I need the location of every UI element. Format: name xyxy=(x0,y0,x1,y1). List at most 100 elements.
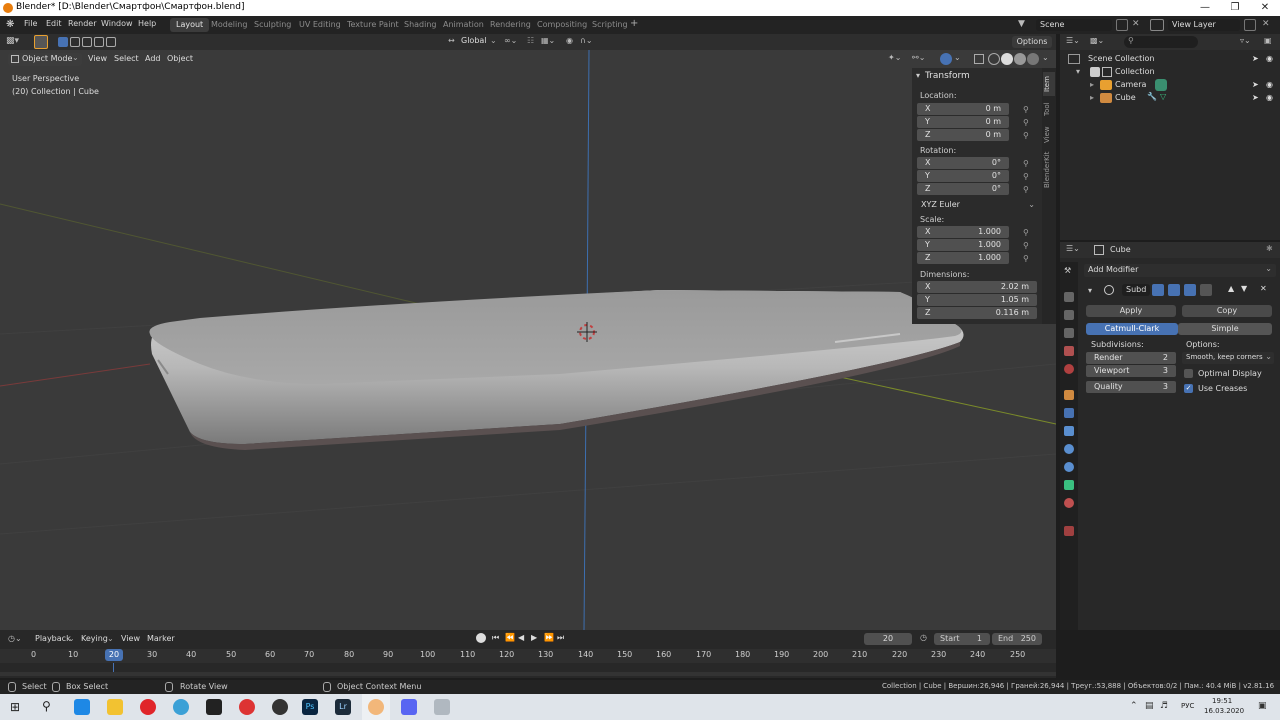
network-icon[interactable]: ▤ xyxy=(1145,701,1154,711)
lock-icon[interactable]: ⚲ xyxy=(1023,105,1033,114)
delete-view-layer-icon[interactable]: ✕ xyxy=(1262,19,1270,29)
render-tab-icon[interactable] xyxy=(1064,292,1074,302)
lock-icon[interactable]: ⚲ xyxy=(1023,254,1033,263)
quality-field[interactable]: Quality 3 xyxy=(1086,381,1176,393)
select-mode-new-icon[interactable] xyxy=(58,37,68,47)
menu-marker[interactable]: Marker xyxy=(147,634,175,643)
mesh-data-icon[interactable]: ▽ xyxy=(1160,92,1166,101)
display-mode-icon[interactable]: ▩⌄ xyxy=(1090,36,1104,45)
select-tool-icon[interactable] xyxy=(34,35,48,49)
properties-editor-icon[interactable]: ☰⌄ xyxy=(1066,244,1080,253)
tab-compositing[interactable]: Compositing xyxy=(531,18,593,32)
jump-end-icon[interactable]: ⏭ xyxy=(557,633,564,643)
location-z-field[interactable]: Z0 m xyxy=(917,129,1009,141)
tab-modeling[interactable]: Modeling xyxy=(205,18,253,32)
pin-icon[interactable]: ✱ xyxy=(1266,244,1273,253)
play-icon[interactable]: ▶ xyxy=(531,633,537,642)
filter-icon[interactable]: ▿⌄ xyxy=(1240,36,1251,45)
next-keyframe-icon[interactable]: ⏩ xyxy=(544,633,554,642)
solid-shading-icon[interactable] xyxy=(1001,53,1013,65)
scene-field[interactable]: Scene xyxy=(1036,19,1112,31)
world-tab-icon[interactable] xyxy=(1064,364,1074,374)
tab-shading[interactable]: Shading xyxy=(398,18,443,32)
select-mode-invert-icon[interactable] xyxy=(94,37,104,47)
select-arrow-icon[interactable]: ➤ xyxy=(1252,54,1259,63)
tab-sculpting[interactable]: Sculpting xyxy=(248,18,297,32)
view-layer-field[interactable]: View Layer xyxy=(1168,19,1240,31)
app-icon[interactable] xyxy=(272,699,288,715)
menu-window[interactable]: Window xyxy=(101,19,133,28)
eye-icon[interactable]: ◉ xyxy=(1266,93,1273,102)
viewport-levels-field[interactable]: Viewport 3 xyxy=(1086,365,1176,377)
render-display-icon[interactable] xyxy=(1184,284,1196,296)
output-tab-icon[interactable] xyxy=(1064,310,1074,320)
outliner-item-cube[interactable]: Cube xyxy=(1115,93,1136,102)
simple-option[interactable]: Simple xyxy=(1178,323,1272,335)
rotation-x-field[interactable]: X 0° xyxy=(917,157,1009,169)
3d-viewport[interactable]: User Perspective (20) Collection | Cube xyxy=(0,34,1056,630)
menu-view[interactable]: View xyxy=(121,634,140,643)
options-dropdown[interactable]: Options xyxy=(1012,36,1052,48)
expand-arrow-icon[interactable]: ▸ xyxy=(1090,80,1094,89)
lock-icon[interactable]: ⚲ xyxy=(1023,228,1033,237)
lock-icon[interactable]: ⚲ xyxy=(1023,131,1033,140)
tool-tab-icon[interactable]: ⚒ xyxy=(1064,266,1074,276)
viewport-display-icon[interactable] xyxy=(1168,284,1180,296)
use-creases-checkbox[interactable]: ✓ xyxy=(1184,384,1193,393)
collapse-arrow-icon[interactable]: ▾ xyxy=(916,71,920,80)
rendered-shading-icon[interactable] xyxy=(1027,53,1039,65)
tab-item[interactable]: Item xyxy=(1043,72,1055,96)
falloff-icon[interactable]: ∩⌄ xyxy=(580,36,593,45)
volume-icon[interactable]: ♬ xyxy=(1160,701,1168,711)
new-view-layer-icon[interactable] xyxy=(1244,19,1256,31)
eye-icon[interactable]: ◉ xyxy=(1266,80,1273,89)
viewport-scene[interactable] xyxy=(0,34,1056,630)
outliner-search-input[interactable]: ⚲ xyxy=(1124,36,1198,48)
expand-arrow-icon[interactable]: ▸ xyxy=(1090,93,1094,102)
outliner-root[interactable]: Scene Collection xyxy=(1088,54,1155,63)
modifier-name-field[interactable]: Subd xyxy=(1122,284,1150,296)
start-frame-field[interactable]: Start 1 xyxy=(934,633,990,645)
copy-button[interactable]: Copy xyxy=(1182,305,1272,317)
modifier-tab-icon[interactable] xyxy=(1064,408,1074,418)
gizmo-icon[interactable]: ⚯⌄ xyxy=(912,53,925,62)
select-mode-intersect-icon[interactable] xyxy=(106,37,116,47)
select-arrow-icon[interactable]: ➤ xyxy=(1252,93,1259,102)
tab-scripting[interactable]: Scripting xyxy=(586,18,634,32)
skype-icon[interactable] xyxy=(173,699,189,715)
unity-icon[interactable] xyxy=(206,699,222,715)
shading-dropdown-icon[interactable]: ⌄ xyxy=(1042,53,1049,62)
scale-x-field[interactable]: X 1.000 xyxy=(917,226,1009,238)
tab-layout[interactable]: Layout xyxy=(170,18,210,32)
scale-y-field[interactable]: Y 1.000 xyxy=(917,239,1009,251)
menu-keying[interactable]: Keying xyxy=(81,634,108,643)
lock-icon[interactable]: ⚲ xyxy=(1023,241,1033,250)
playhead-frame-indicator[interactable]: 20 xyxy=(105,649,123,661)
rotation-mode-dropdown[interactable]: XYZ Euler ⌄ xyxy=(917,199,1039,211)
play-reverse-icon[interactable]: ◀ xyxy=(518,633,524,642)
menu-playback[interactable]: Playback xyxy=(35,634,71,643)
discord-icon[interactable] xyxy=(401,699,417,715)
mode-dropdown[interactable]: Object Mode ⌄ xyxy=(8,53,82,66)
remove-modifier-icon[interactable]: ✕ xyxy=(1260,284,1267,293)
menu-edit[interactable]: Edit xyxy=(46,19,62,28)
snap-icon[interactable]: ☷ xyxy=(527,36,534,45)
orientation-dropdown[interactable]: Global xyxy=(461,36,487,45)
location-y-field[interactable]: Y0 m xyxy=(917,116,1009,128)
rotation-z-field[interactable]: Z 0° xyxy=(917,183,1009,195)
outliner-item-camera[interactable]: Camera xyxy=(1115,80,1146,89)
outliner-item-collection[interactable]: Collection xyxy=(1115,67,1155,76)
tab-tool[interactable]: Tool xyxy=(1043,98,1055,120)
location-x-field[interactable]: X0 m xyxy=(917,103,1009,115)
constraints-tab-icon[interactable] xyxy=(1064,462,1074,472)
app-icon[interactable] xyxy=(239,699,255,715)
file-explorer-icon[interactable] xyxy=(107,699,123,715)
add-modifier-dropdown[interactable]: Add Modifier ⌄ xyxy=(1084,264,1276,277)
xray-icon[interactable] xyxy=(974,54,984,64)
new-collection-icon[interactable]: ▣ xyxy=(1264,36,1272,45)
eye-icon[interactable]: ◉ xyxy=(1266,54,1273,63)
phone-mesh[interactable] xyxy=(149,290,964,450)
catmull-clark-option[interactable]: Catmull-Clark xyxy=(1086,323,1178,335)
texture-tab-icon[interactable] xyxy=(1064,526,1074,536)
move-down-icon[interactable]: ▼ xyxy=(1241,284,1247,293)
